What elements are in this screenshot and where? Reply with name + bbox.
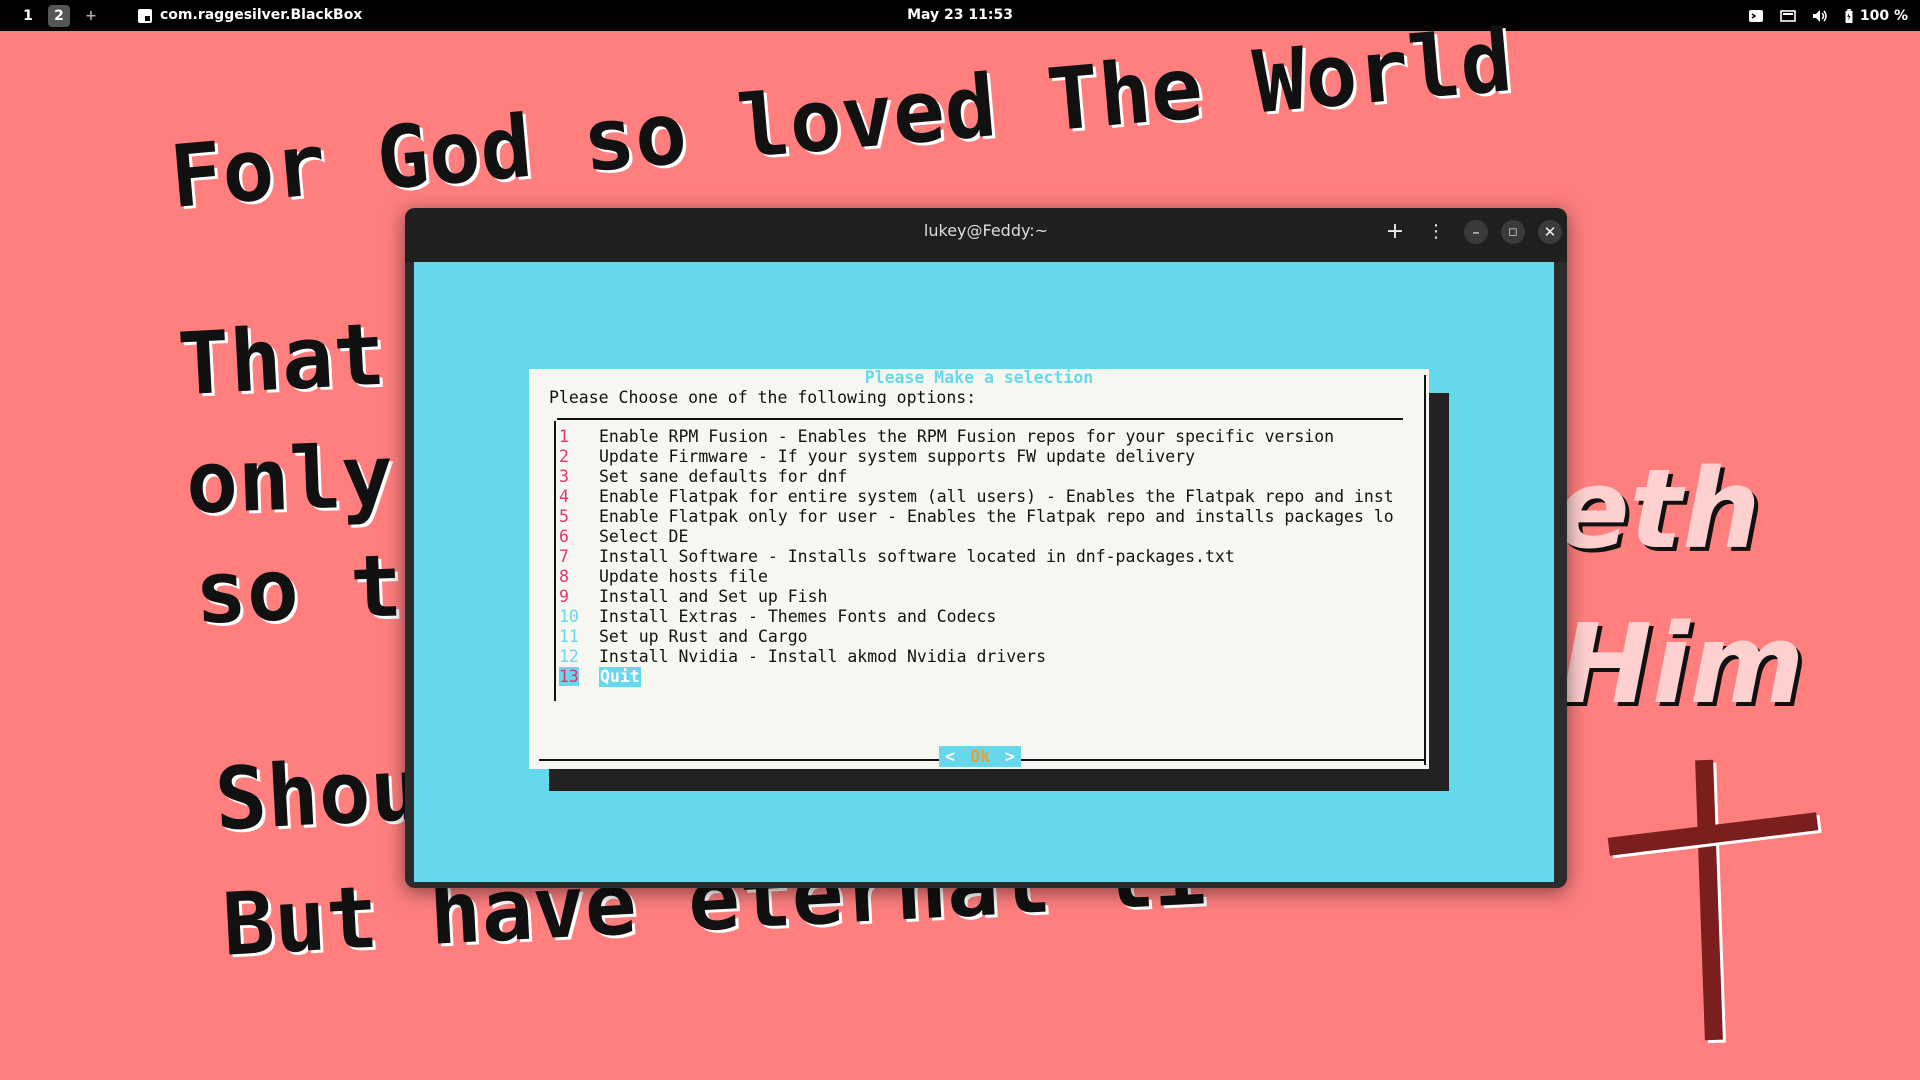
battery-icon [1845, 8, 1853, 23]
wallpaper-line-3: only [184, 426, 395, 534]
menu-item-number: 11 [559, 627, 579, 646]
menu-item-7[interactable]: 7 Install Software - Installs software lo… [559, 547, 1394, 567]
menu-item-number-text: 13 [559, 667, 579, 686]
terminal-area[interactable]: Please Make a selection Please Choose on… [414, 262, 1554, 882]
terminal-window[interactable]: lukey@Feddy:~ + ⋮ – ◻ ✕ Please Make a se… [405, 208, 1567, 888]
menu-item-label: Install Extras - Themes Fonts and Codecs [599, 607, 997, 626]
dialog-title: Please Make a selection [864, 368, 1094, 387]
system-tray[interactable]: 100 % [1748, 0, 1908, 31]
menu-item-2[interactable]: 2 Update Firmware - If your system suppor… [559, 447, 1394, 467]
battery-label: 100 % [1859, 7, 1908, 24]
maximize-button[interactable]: ◻ [1501, 220, 1525, 244]
menu-item-3[interactable]: 3 Set sane defaults for dnf [559, 467, 1394, 487]
menu-item-label: Enable RPM Fusion - Enables the RPM Fusi… [599, 427, 1335, 446]
menu-item-number: 7 [559, 547, 569, 566]
menu-item-10[interactable]: 10 Install Extras - Themes Fonts and Code… [559, 607, 1394, 627]
top-bar: 1 2 + com.raggesilver.BlackBox May 23 11… [0, 0, 1920, 31]
battery-indicator[interactable]: 100 % [1844, 8, 1908, 24]
menu-item-number: 12 [559, 647, 579, 666]
menu-item-number: 4 [559, 487, 569, 506]
menu-item-8[interactable]: 8 Update hosts file [559, 567, 1394, 587]
ok-right-bracket: > [1005, 747, 1015, 766]
menu-item-label: Install and Set up Fish [599, 587, 828, 606]
menu-item-9[interactable]: 9 Install and Set up Fish [559, 587, 1394, 607]
terminal-icon[interactable] [1748, 9, 1764, 23]
volume-icon[interactable] [1812, 9, 1828, 23]
window-titlebar[interactable]: lukey@Feddy:~ + ⋮ – ◻ ✕ [405, 208, 1567, 262]
menu-item-number: 8 [559, 567, 569, 586]
selection-dialog: Please Make a selection Please Choose on… [529, 368, 1429, 769]
cross-vertical [1695, 759, 1723, 1041]
menu-item-label: Enable Flatpak only for user - Enables t… [599, 507, 1394, 526]
menu-item-5[interactable]: 5 Enable Flatpak only for user - Enables … [559, 507, 1394, 527]
menu-item-label: Update Firmware - If your system support… [599, 447, 1196, 466]
app-icon [138, 8, 152, 23]
menu-item-number: 5 [559, 507, 569, 526]
menu-item-label: Install Nvidia - Install akmod Nvidia dr… [599, 647, 1047, 666]
menu-border-left [554, 421, 556, 701]
menu-item-label: Select DE [599, 527, 689, 546]
menu-item-number: 9 [559, 587, 569, 606]
menu-item-13[interactable]: 13 Quit [559, 667, 1394, 687]
menu-item-number: 10 [559, 607, 579, 626]
menu-item-number: 1 [559, 427, 569, 446]
add-workspace-button[interactable]: + [84, 5, 98, 27]
ok-button[interactable]: < Ok > [939, 746, 1021, 767]
new-tab-button[interactable]: + [1383, 220, 1407, 244]
minimize-button[interactable]: – [1464, 220, 1488, 244]
menu-item-1[interactable]: 1 Enable RPM Fusion - Enables the RPM Fus… [559, 427, 1394, 447]
menu-item-number: 3 [559, 467, 569, 486]
menu-border-top [557, 418, 1403, 420]
menu-item-label: Enable Flatpak for entire system (all us… [599, 487, 1394, 506]
wallpaper-line-5: Shou [212, 739, 425, 851]
app-name: com.raggesilver.BlackBox [160, 7, 363, 23]
menu-item-12[interactable]: 12 Install Nvidia - Install akmod Nvidia … [559, 647, 1394, 667]
screen-icon[interactable] [1780, 9, 1796, 23]
workspace-1-button[interactable]: 1 [18, 5, 38, 27]
menu-list[interactable]: 1 Enable RPM Fusion - Enables the RPM Fus… [559, 427, 1394, 687]
menu-item-label: Quit [599, 667, 641, 687]
ok-label: Ok [970, 747, 990, 766]
close-button[interactable]: ✕ [1538, 220, 1562, 244]
wallpaper-line-4: so t [193, 536, 404, 644]
menu-item-6[interactable]: 6 Select DE [559, 527, 1394, 547]
wallpaper-line-2: That [175, 304, 388, 416]
dialog-border-right [1424, 375, 1426, 765]
menu-item-label: Update hosts file [599, 567, 768, 586]
menu-item-label: Set up Rust and Cargo [599, 627, 808, 646]
workspace-2-button[interactable]: 2 [48, 5, 70, 27]
active-app-indicator[interactable]: com.raggesilver.BlackBox [138, 0, 362, 31]
menu-item-label: Set sane defaults for dnf [599, 467, 848, 486]
menu-item-number: 6 [559, 527, 569, 546]
menu-item-label: Install Software - Installs software loc… [599, 547, 1235, 566]
ok-left-bracket: < [945, 747, 955, 766]
menu-button[interactable]: ⋮ [1424, 220, 1448, 244]
wallpaper-line-1: For God so loved The World [166, 11, 1517, 229]
menu-item-number: 2 [559, 447, 569, 466]
menu-item-number: 13 [559, 667, 599, 687]
menu-item-11[interactable]: 11 Set up Rust and Cargo [559, 627, 1394, 647]
wallpaper-italic-2: Him [1560, 600, 1805, 728]
dialog-prompt: Please Choose one of the following optio… [549, 388, 977, 407]
wallpaper-italic-1: eth [1555, 445, 1761, 573]
menu-item-4[interactable]: 4 Enable Flatpak for entire system (all u… [559, 487, 1394, 507]
